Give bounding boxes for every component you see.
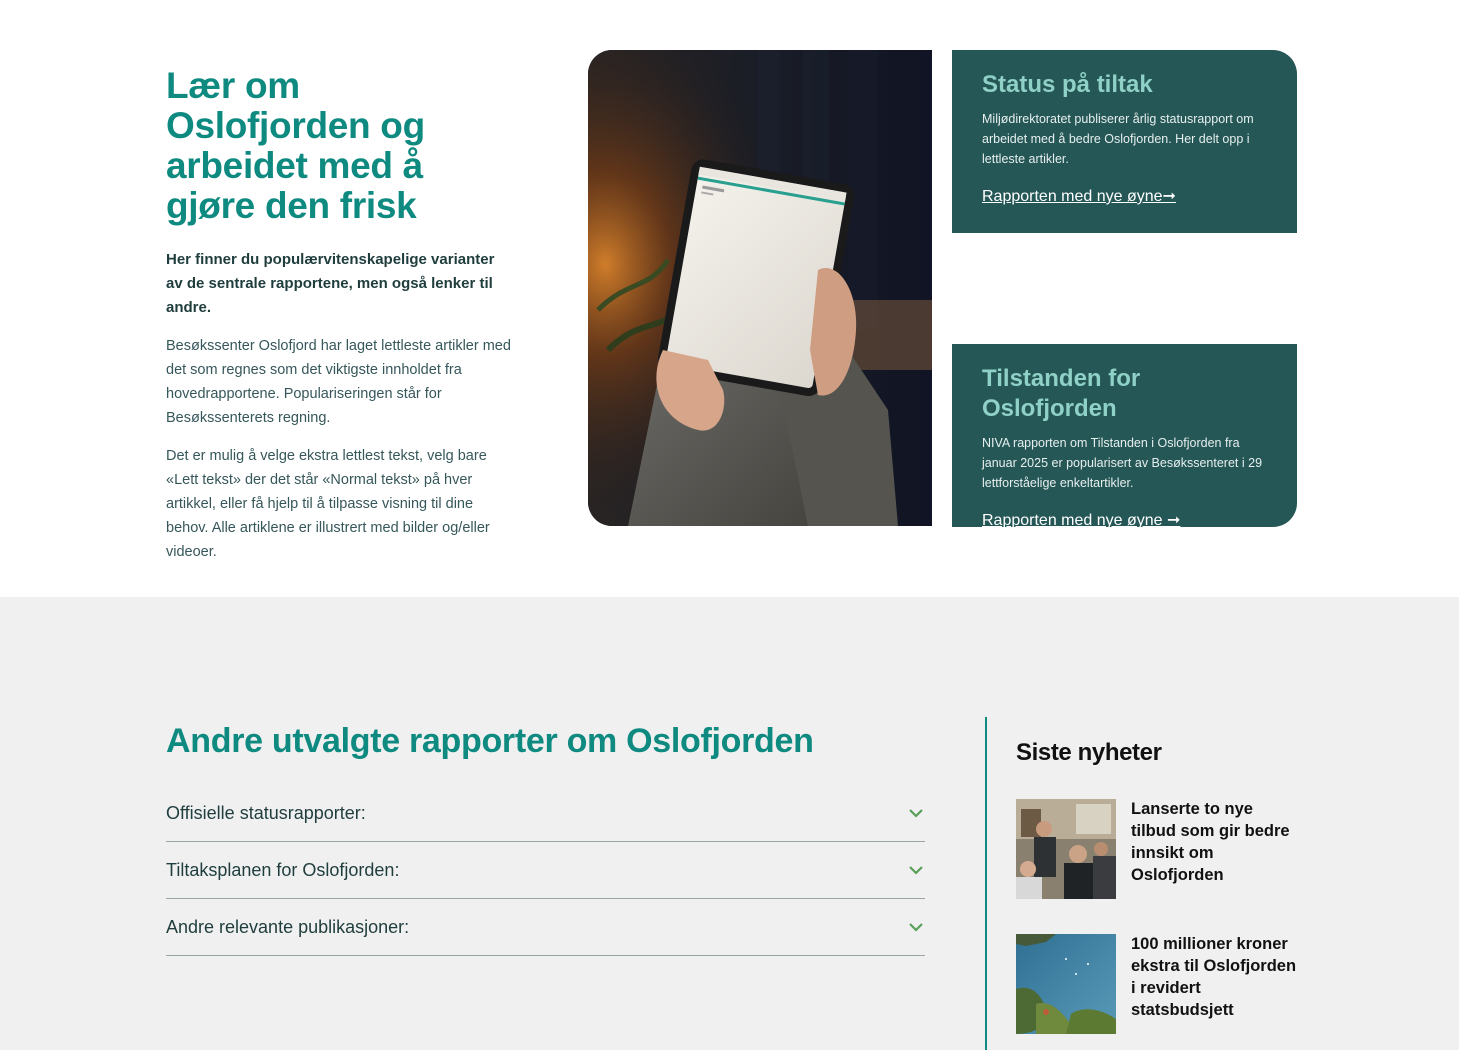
intro-text-column: Lær om Oslofjorden og arbeidet med å gjø…: [166, 66, 511, 564]
reports-title: Andre utvalgte rapporter om Oslofjorden: [166, 722, 814, 760]
accordion-item-official-reports[interactable]: Offisielle statusrapporter:: [166, 785, 925, 842]
news-item[interactable]: Lanserte to nye tilbud som gir bedre inn…: [1016, 799, 1297, 899]
accordion-item-action-plan[interactable]: Tiltaksplanen for Oslofjorden:: [166, 842, 925, 899]
news-item-title[interactable]: 100 millioner kroner ekstra til Oslofjor…: [1131, 933, 1297, 1034]
tablet-photo: [588, 50, 932, 526]
intro-lead: Her finner du populærvitenskapelige vari…: [166, 251, 495, 316]
news-thumbnail-fjord[interactable]: [1016, 934, 1116, 1034]
accordion-item-label: Offisielle statusrapporter:: [166, 802, 366, 823]
accordion-item-label: Tiltaksplanen for Oslofjorden:: [166, 859, 400, 880]
status-card: Status på tiltak Miljødirektoratet publi…: [952, 50, 1297, 233]
condition-card-link[interactable]: Rapporten med nye øyne ➞: [982, 510, 1180, 530]
status-card-title: Status på tiltak: [982, 71, 1153, 98]
chevron-down-icon[interactable]: [907, 918, 925, 936]
chevron-down-icon[interactable]: [907, 804, 925, 822]
intro-paragraph-1: Besøkssenter Oslofjord har laget lettles…: [166, 338, 511, 426]
chevron-down-icon[interactable]: [907, 861, 925, 879]
news-thumbnail-meeting[interactable]: [1016, 799, 1116, 899]
news-divider: [985, 717, 987, 1050]
news-item[interactable]: 100 millioner kroner ekstra til Oslofjor…: [1016, 934, 1297, 1034]
condition-card: Tilstanden for Oslofjorden NIVA rapporte…: [952, 344, 1297, 530]
condition-card-title: Tilstanden for Oslofjorden: [982, 365, 1141, 422]
latest-news-title: Siste nyheter: [1016, 739, 1162, 766]
accordion-item-other-publications[interactable]: Andre relevante publikasjoner:: [166, 899, 925, 956]
latest-news: Siste nyheter Lanserte to nye tilbud som…: [1016, 739, 1297, 1034]
intro-heading: Lær om Oslofjorden og arbeidet med å gjø…: [166, 65, 425, 226]
accordion-item-label: Andre relevante publikasjoner:: [166, 916, 410, 937]
news-item-title[interactable]: Lanserte to nye tilbud som gir bedre inn…: [1131, 798, 1297, 899]
status-card-link[interactable]: Rapporten med nye øyne➞: [982, 186, 1176, 206]
intro-section: Lær om Oslofjorden og arbeidet med å gjø…: [0, 0, 1459, 597]
reports-section: Andre utvalgte rapporter om Oslofjorden …: [0, 597, 1459, 1050]
reports-accordion: Offisielle statusrapporter: Tiltaksplane…: [166, 785, 925, 956]
status-card-text: Miljødirektoratet publiserer årlig statu…: [982, 112, 1254, 166]
condition-card-text: NIVA rapporten om Tilstanden i Oslofjord…: [982, 436, 1263, 490]
intro-paragraph-2: Det er mulig å velge ekstra lettlest tek…: [166, 448, 490, 560]
